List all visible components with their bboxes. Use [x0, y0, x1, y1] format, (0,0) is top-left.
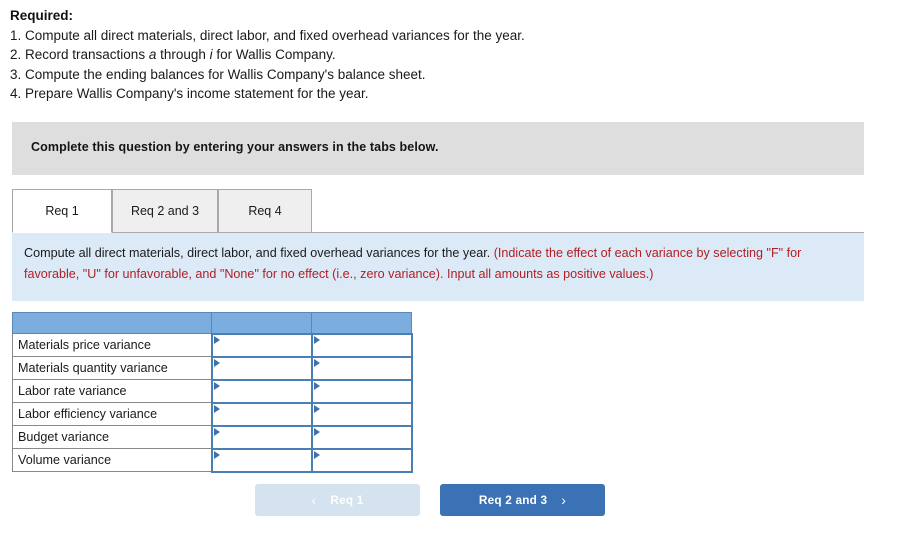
table-header-effect [311, 312, 412, 334]
required-item-2: 2. Record transactions a through i for W… [10, 45, 890, 64]
required-section: Required: 1. Compute all direct material… [10, 6, 890, 103]
tab-req-2-and-3-label: Req 2 and 3 [130, 204, 200, 218]
prev-req-button[interactable]: ‹ Req 1 [255, 484, 420, 516]
input-effect-budget-variance[interactable] [310, 424, 413, 450]
next-req-button[interactable]: Req 2 and 3 › [440, 484, 605, 516]
instruction-box: Compute all direct materials, direct lab… [12, 233, 864, 301]
table-header-amount [211, 312, 312, 334]
row-label-labor-efficiency-variance: Labor efficiency variance [12, 402, 212, 426]
row-label-materials-quantity-variance: Materials quantity variance [12, 356, 212, 380]
row-label-budget-variance: Budget variance [12, 425, 212, 449]
input-amount-labor-efficiency-variance[interactable] [210, 401, 313, 427]
input-effect-labor-efficiency-variance[interactable] [310, 401, 413, 427]
complete-question-banner-text: Complete this question by entering your … [31, 140, 439, 154]
row-label-materials-price-variance: Materials price variance [12, 333, 212, 357]
cell-marker-icon [313, 335, 320, 344]
tab-strip: Req 1 Req 2 and 3 Req 4 [12, 189, 864, 233]
instruction-text: Compute all direct materials, direct lab… [24, 243, 848, 284]
input-amount-materials-quantity-variance[interactable] [210, 355, 313, 381]
required-item-3: 3. Compute the ending balances for Walli… [10, 65, 890, 84]
cell-marker-icon [313, 404, 320, 413]
cell-marker-icon [213, 450, 220, 459]
complete-question-banner: Complete this question by entering your … [12, 122, 864, 175]
table-row: Materials quantity variance [12, 355, 413, 381]
cell-marker-icon [213, 335, 220, 344]
input-amount-labor-rate-variance[interactable] [210, 378, 313, 404]
required-item-2-post: for Wallis Company. [212, 47, 336, 63]
cell-marker-icon [213, 381, 220, 390]
cell-marker-icon [213, 427, 220, 436]
input-amount-materials-price-variance[interactable] [210, 332, 313, 358]
tab-req-1-label: Req 1 [45, 204, 79, 218]
navigation-buttons: ‹ Req 1 Req 2 and 3 › [0, 484, 917, 516]
required-item-2-pre: 2. Record transactions [10, 47, 149, 63]
input-amount-volume-variance[interactable] [210, 447, 313, 473]
instruction-text-black: Compute all direct materials, direct lab… [24, 246, 494, 260]
required-item-2-mid: through [156, 47, 210, 63]
cell-marker-icon [313, 427, 320, 436]
chevron-right-icon: › [561, 492, 567, 508]
tab-req-4-label: Req 4 [248, 204, 282, 218]
table-header-row [12, 312, 412, 334]
table-header-label [12, 312, 212, 334]
prev-req-button-label: Req 1 [330, 493, 364, 507]
input-effect-volume-variance[interactable] [310, 447, 413, 473]
cell-marker-icon [213, 358, 220, 367]
required-item-3-text: 3. Compute the ending balances for Walli… [10, 66, 426, 82]
next-req-button-label: Req 2 and 3 [478, 493, 548, 507]
required-item-4: 4. Prepare Wallis Company's income state… [10, 84, 890, 103]
input-effect-materials-quantity-variance[interactable] [310, 355, 413, 381]
cell-marker-icon [313, 450, 320, 459]
row-label-labor-rate-variance: Labor rate variance [12, 379, 212, 403]
table-row: Materials price variance [12, 332, 413, 358]
input-effect-materials-price-variance[interactable] [310, 332, 413, 358]
tab-req-4[interactable]: Req 4 [218, 189, 312, 233]
row-label-volume-variance: Volume variance [12, 448, 212, 472]
table-row: Labor rate variance [12, 378, 413, 404]
cell-marker-icon [313, 381, 320, 390]
cell-marker-icon [213, 404, 220, 413]
table-row: Budget variance [12, 424, 413, 450]
cell-marker-icon [313, 358, 320, 367]
chevron-left-icon: ‹ [311, 492, 317, 508]
input-effect-labor-rate-variance[interactable] [310, 378, 413, 404]
required-item-4-text: 4. Prepare Wallis Company's income state… [10, 85, 369, 101]
input-amount-budget-variance[interactable] [210, 424, 313, 450]
tab-req-1[interactable]: Req 1 [12, 189, 112, 233]
table-row: Volume variance [12, 447, 413, 473]
tab-req-2-and-3[interactable]: Req 2 and 3 [112, 189, 218, 233]
table-row: Labor efficiency variance [12, 401, 413, 427]
variance-table: Materials price variance Materials quant… [12, 312, 413, 473]
required-heading: Required: [10, 8, 74, 23]
required-item-1: 1. Compute all direct materials, direct … [10, 26, 890, 45]
required-item-1-text: 1. Compute all direct materials, direct … [10, 28, 525, 43]
